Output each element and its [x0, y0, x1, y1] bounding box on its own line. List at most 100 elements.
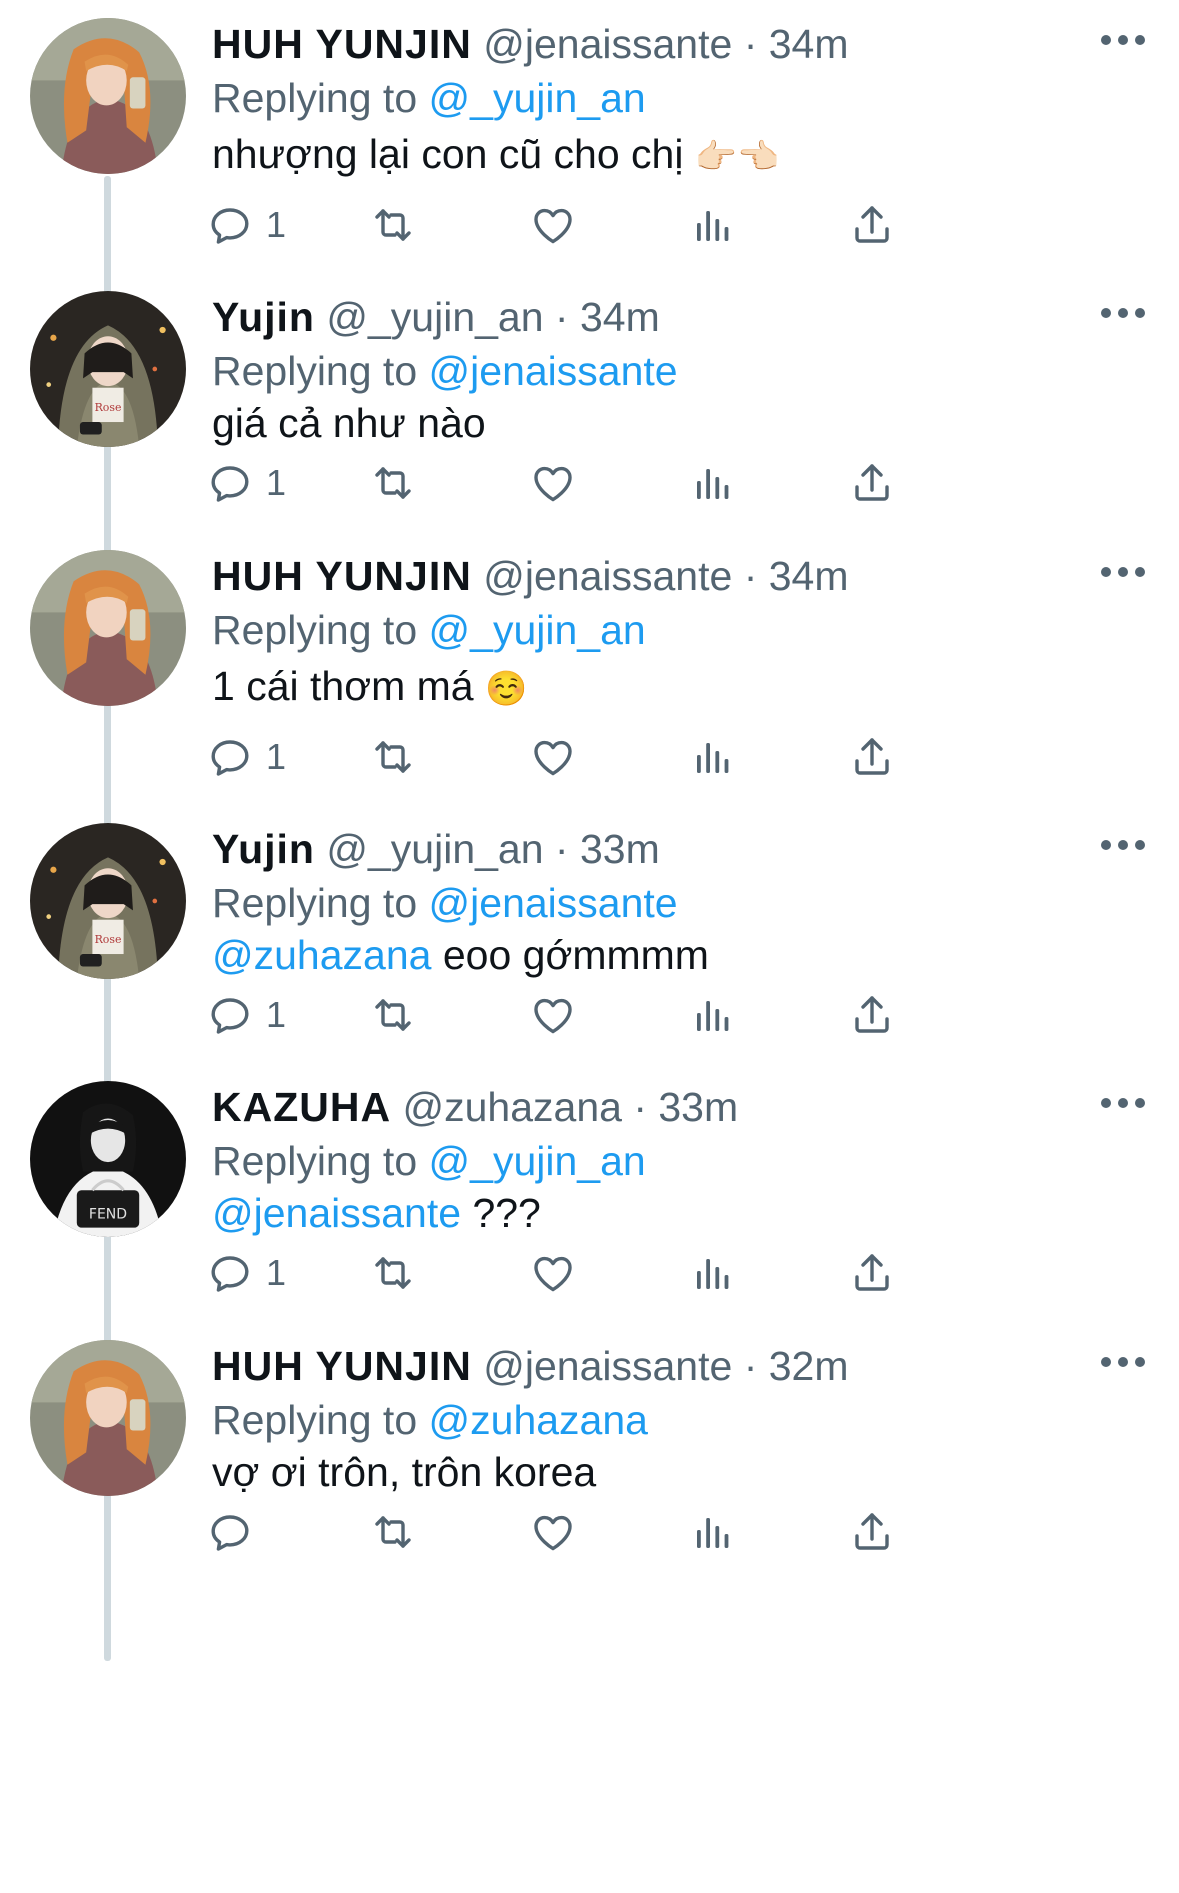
tweet-header: Yujin @_yujin_an · 33m	[212, 823, 660, 875]
tweet-text-body: nhượng lại con cũ cho chị	[212, 131, 684, 177]
replying-to-line: Replying to @jenaissante	[212, 345, 678, 397]
reply-button[interactable]: 1	[206, 200, 286, 250]
replying-to-line: Replying to @zuhazana	[212, 1394, 648, 1446]
user-handle[interactable]: @zuhazana	[403, 1084, 622, 1130]
timestamp[interactable]: 34m	[580, 294, 660, 340]
user-handle[interactable]: @_yujin_an	[326, 294, 543, 340]
views-button[interactable]	[689, 990, 737, 1040]
retweet-button[interactable]	[369, 1248, 417, 1298]
tweet-text-body: 1 cái thơm má	[212, 663, 474, 709]
replying-to-mention[interactable]: @_yujin_an	[429, 607, 646, 653]
text-mention[interactable]: @jenaissante	[212, 1190, 461, 1236]
share-button[interactable]	[848, 200, 896, 250]
views-button[interactable]	[689, 732, 737, 782]
timestamp[interactable]: 33m	[580, 826, 660, 872]
more-icon[interactable]	[1101, 303, 1145, 323]
like-button[interactable]	[529, 458, 577, 508]
share-icon	[848, 459, 896, 507]
reply-thread: HUH YUNJIN @jenaissante · 34m Replying to…	[0, 0, 1179, 1893]
reply-icon	[206, 1508, 254, 1556]
retweet-button[interactable]	[369, 1507, 417, 1557]
display-name[interactable]: Yujin	[212, 294, 315, 340]
avatar[interactable]	[30, 550, 186, 706]
tweet-text-body: ???	[472, 1190, 541, 1236]
share-button[interactable]	[848, 1248, 896, 1298]
views-button[interactable]	[689, 458, 737, 508]
retweet-button[interactable]	[369, 458, 417, 508]
avatar[interactable]	[30, 18, 186, 174]
more-icon[interactable]	[1101, 835, 1145, 855]
reply-button[interactable]: 1	[206, 990, 286, 1040]
separator-dot: ·	[543, 826, 580, 872]
views-button[interactable]	[689, 1248, 737, 1298]
like-button[interactable]	[529, 732, 577, 782]
tweet-text: giá cả như nào	[212, 397, 486, 449]
like-button[interactable]	[529, 200, 577, 250]
avatar[interactable]: FEND	[30, 1081, 186, 1237]
retweet-button[interactable]	[369, 990, 417, 1040]
replying-to-label: Replying to	[212, 75, 418, 121]
heart-icon	[529, 1508, 577, 1556]
reply-icon	[206, 733, 254, 781]
display-name[interactable]: HUH YUNJIN	[212, 553, 472, 599]
share-button[interactable]	[848, 990, 896, 1040]
user-handle[interactable]: @jenaissante	[483, 1343, 732, 1389]
retweet-button[interactable]	[369, 732, 417, 782]
reply-count: 1	[266, 1252, 287, 1293]
replying-to-mention[interactable]: @jenaissante	[429, 880, 678, 926]
text-mention[interactable]: @zuhazana	[212, 932, 431, 978]
replying-to-mention[interactable]: @_yujin_an	[429, 75, 646, 121]
heart-icon	[529, 991, 577, 1039]
reply-button[interactable]: 1	[206, 458, 286, 508]
replying-to-mention[interactable]: @_yujin_an	[429, 1138, 646, 1184]
avatar[interactable]	[30, 1340, 186, 1496]
views-icon	[689, 459, 737, 507]
svg-text:FEND: FEND	[89, 1206, 127, 1222]
tweet-text: nhượng lại con cũ cho chị 👉🏻👈🏻	[212, 128, 780, 183]
reply-button[interactable]: 1	[206, 732, 286, 782]
views-icon	[689, 733, 737, 781]
tweet-actions	[211, 1507, 1092, 1557]
user-handle[interactable]: @jenaissante	[483, 21, 732, 67]
replying-to-mention[interactable]: @zuhazana	[429, 1397, 648, 1443]
more-icon[interactable]	[1101, 30, 1145, 50]
more-icon[interactable]	[1101, 1352, 1145, 1372]
more-icon[interactable]	[1101, 1093, 1145, 1113]
retweet-icon	[369, 1508, 417, 1556]
share-button[interactable]	[848, 458, 896, 508]
views-button[interactable]	[689, 1507, 737, 1557]
share-button[interactable]	[848, 732, 896, 782]
display-name[interactable]: HUH YUNJIN	[212, 21, 472, 67]
reply-count: 1	[266, 462, 287, 503]
replying-to-mention[interactable]: @jenaissante	[429, 348, 678, 394]
tweet-header: HUH YUNJIN @jenaissante · 34m	[212, 18, 849, 70]
timestamp[interactable]: 32m	[769, 1343, 849, 1389]
share-button[interactable]	[848, 1507, 896, 1557]
timestamp[interactable]: 34m	[769, 553, 849, 599]
user-handle[interactable]: @_yujin_an	[326, 826, 543, 872]
like-button[interactable]	[529, 1507, 577, 1557]
like-button[interactable]	[529, 990, 577, 1040]
like-button[interactable]	[529, 1248, 577, 1298]
timestamp[interactable]: 33m	[658, 1084, 738, 1130]
more-icon[interactable]	[1101, 562, 1145, 582]
tweet-text: vợ ơi trôn, trôn korea	[212, 1446, 596, 1498]
avatar[interactable]: Rose	[30, 823, 186, 979]
tweet[interactable]: HUH YUNJIN @jenaissante · 32m Replying to…	[0, 1322, 1179, 1647]
reply-button[interactable]: 1	[206, 1248, 286, 1298]
retweet-button[interactable]	[369, 200, 417, 250]
timestamp[interactable]: 34m	[769, 21, 849, 67]
separator-dot: ·	[621, 1084, 659, 1130]
views-button[interactable]	[689, 200, 737, 250]
user-handle[interactable]: @jenaissante	[483, 553, 732, 599]
display-name[interactable]: HUH YUNJIN	[212, 1343, 472, 1389]
tweet-actions: 1	[211, 1248, 1092, 1298]
display-name[interactable]: Yujin	[212, 826, 315, 872]
retweet-icon	[369, 733, 417, 781]
tweet-actions: 1	[211, 732, 1092, 782]
reply-button[interactable]	[206, 1507, 254, 1557]
emoji: ☺️	[484, 669, 528, 710]
avatar[interactable]: Rose	[30, 291, 186, 447]
display-name[interactable]: KAZUHA	[212, 1084, 391, 1130]
replying-to-line: Replying to @jenaissante	[212, 877, 678, 929]
